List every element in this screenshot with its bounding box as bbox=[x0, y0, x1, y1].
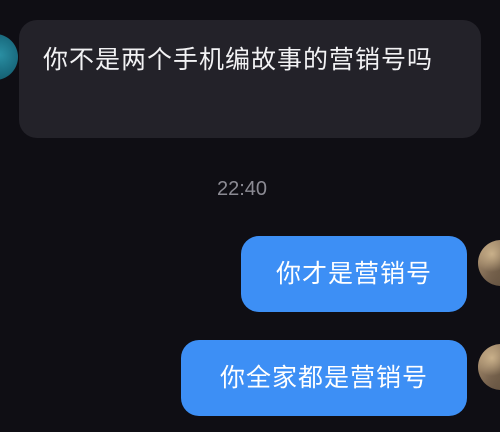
user-avatar[interactable] bbox=[478, 240, 500, 286]
outgoing-message-text: 你才是营销号 bbox=[275, 259, 432, 288]
incoming-message-bubble[interactable]: 你不是两个手机编故事的营销号吗 bbox=[19, 20, 481, 138]
user-avatar[interactable] bbox=[478, 344, 500, 390]
outgoing-message-bubble[interactable]: 你全家都是营销号 bbox=[181, 340, 467, 416]
contact-avatar[interactable] bbox=[0, 34, 18, 80]
message-timestamp: 22:40 bbox=[216, 178, 268, 200]
outgoing-message-bubble[interactable]: 你才是营销号 bbox=[241, 236, 467, 312]
outgoing-message-text: 你全家都是营销号 bbox=[219, 363, 428, 392]
chat-thread: 你不是两个手机编故事的营销号吗 22:40 你才是营销号 你全家都是营销号 bbox=[0, 0, 500, 432]
incoming-message-text: 你不是两个手机编故事的营销号吗 bbox=[43, 45, 434, 74]
